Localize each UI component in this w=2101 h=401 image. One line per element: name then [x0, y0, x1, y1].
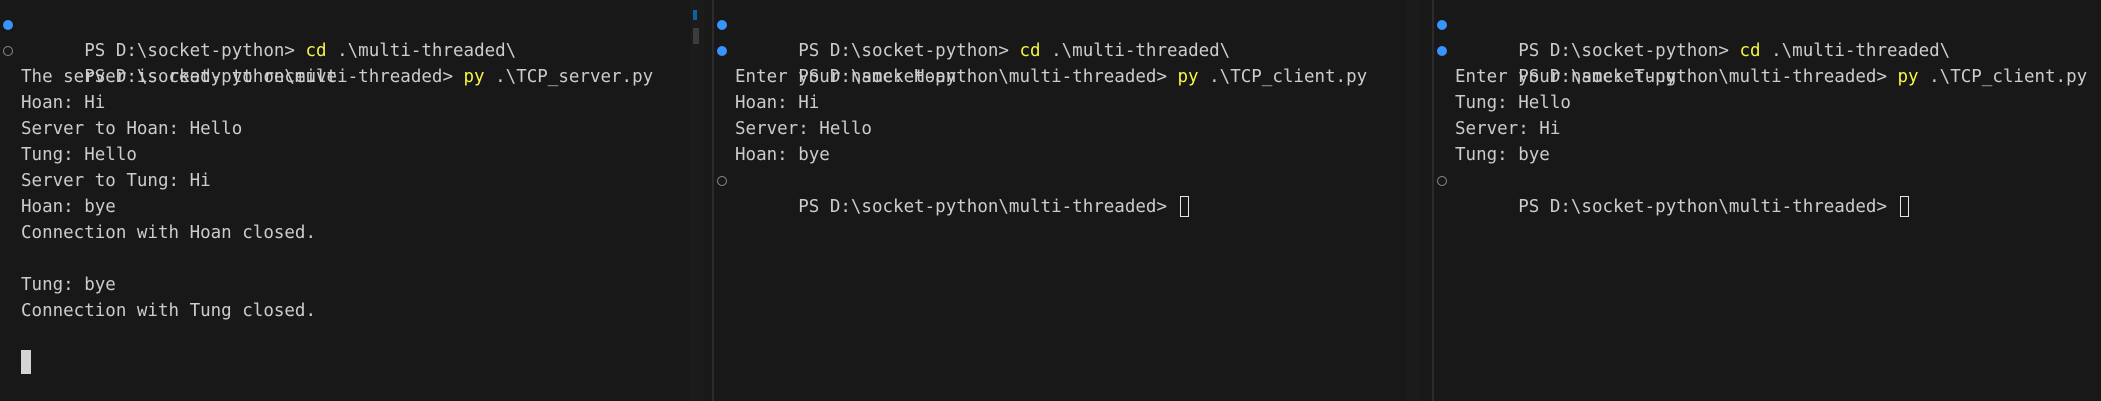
terminal-cursor [21, 350, 31, 374]
terminal-output-line: Hoan: Hi [735, 93, 820, 113]
terminal-output-line: Tung: Hello [21, 145, 137, 165]
terminal-line: PS D:\socket-python> cd .\multi-threaded… [714, 12, 1434, 61]
client-hoan-terminal[interactable]: PS D:\socket-python> cd .\multi-threaded… [714, 0, 1434, 401]
terminal-output-line: Enter your name: Tung [1455, 67, 1677, 87]
terminal-output-line: Hoan: Hi [21, 93, 106, 113]
terminal-output-line: Server: Hi [1455, 119, 1561, 139]
terminal-line: PS D:\socket-python\multi-threaded> py .… [1434, 38, 2101, 87]
terminal-output-line: Server: Hello [735, 119, 872, 139]
scrollbar-marker [693, 10, 697, 20]
scrollbar-thumb[interactable] [693, 28, 699, 44]
terminal-output-line: Connection with Tung closed. [21, 301, 317, 321]
command-pending-icon[interactable] [1437, 176, 1447, 186]
command-success-icon[interactable] [717, 20, 727, 30]
terminal-cursor [1179, 196, 1189, 217]
terminal-line: PS D:\socket-python> cd .\multi-threaded… [0, 12, 714, 61]
terminal-output-line: Hoan: bye [735, 145, 830, 165]
command-running-icon[interactable] [3, 46, 13, 56]
terminal-output-line: Connection with Hoan closed. [21, 223, 317, 243]
terminal-line: PS D:\socket-python\multi-threaded> py .… [714, 38, 1434, 87]
terminal-line: PS D:\socket-python> cd .\multi-threaded… [1434, 12, 2101, 61]
terminal-output-line: Tung: bye [21, 275, 116, 295]
command-success-icon[interactable] [1437, 20, 1447, 30]
terminal-prompt-line[interactable]: PS D:\socket-python\multi-threaded> [1434, 168, 2101, 217]
terminal-scrollbar[interactable] [1406, 0, 1420, 401]
terminal-output-line: Server to Tung: Hi [21, 171, 211, 191]
terminal-line: PS D:\socket-python\multi-threaded> py .… [0, 38, 714, 87]
command-pending-icon[interactable] [717, 176, 727, 186]
terminal-output-line: Server to Hoan: Hello [21, 119, 243, 139]
terminal-output-line: Enter your name: Hoan [735, 67, 957, 87]
command-success-icon[interactable] [1437, 46, 1447, 56]
command-success-icon[interactable] [717, 46, 727, 56]
terminal-prompt-line[interactable]: PS D:\socket-python\multi-threaded> [714, 168, 1434, 217]
terminal-output-line: Hoan: bye [21, 197, 116, 217]
terminal-cursor-line [0, 350, 714, 376]
terminal-scrollbar[interactable] [690, 0, 704, 401]
server-terminal[interactable]: PS D:\socket-python> cd .\multi-threaded… [0, 0, 714, 401]
terminal-cursor [1899, 196, 1909, 217]
client-tung-terminal[interactable]: PS D:\socket-python> cd .\multi-threaded… [1434, 0, 2101, 401]
terminal-output-line: Tung: Hello [1455, 93, 1571, 113]
terminal-output-line: Tung: bye [1455, 145, 1550, 165]
command-success-icon[interactable] [3, 20, 13, 30]
terminal-output-line: The server is ready to receive [21, 67, 338, 87]
